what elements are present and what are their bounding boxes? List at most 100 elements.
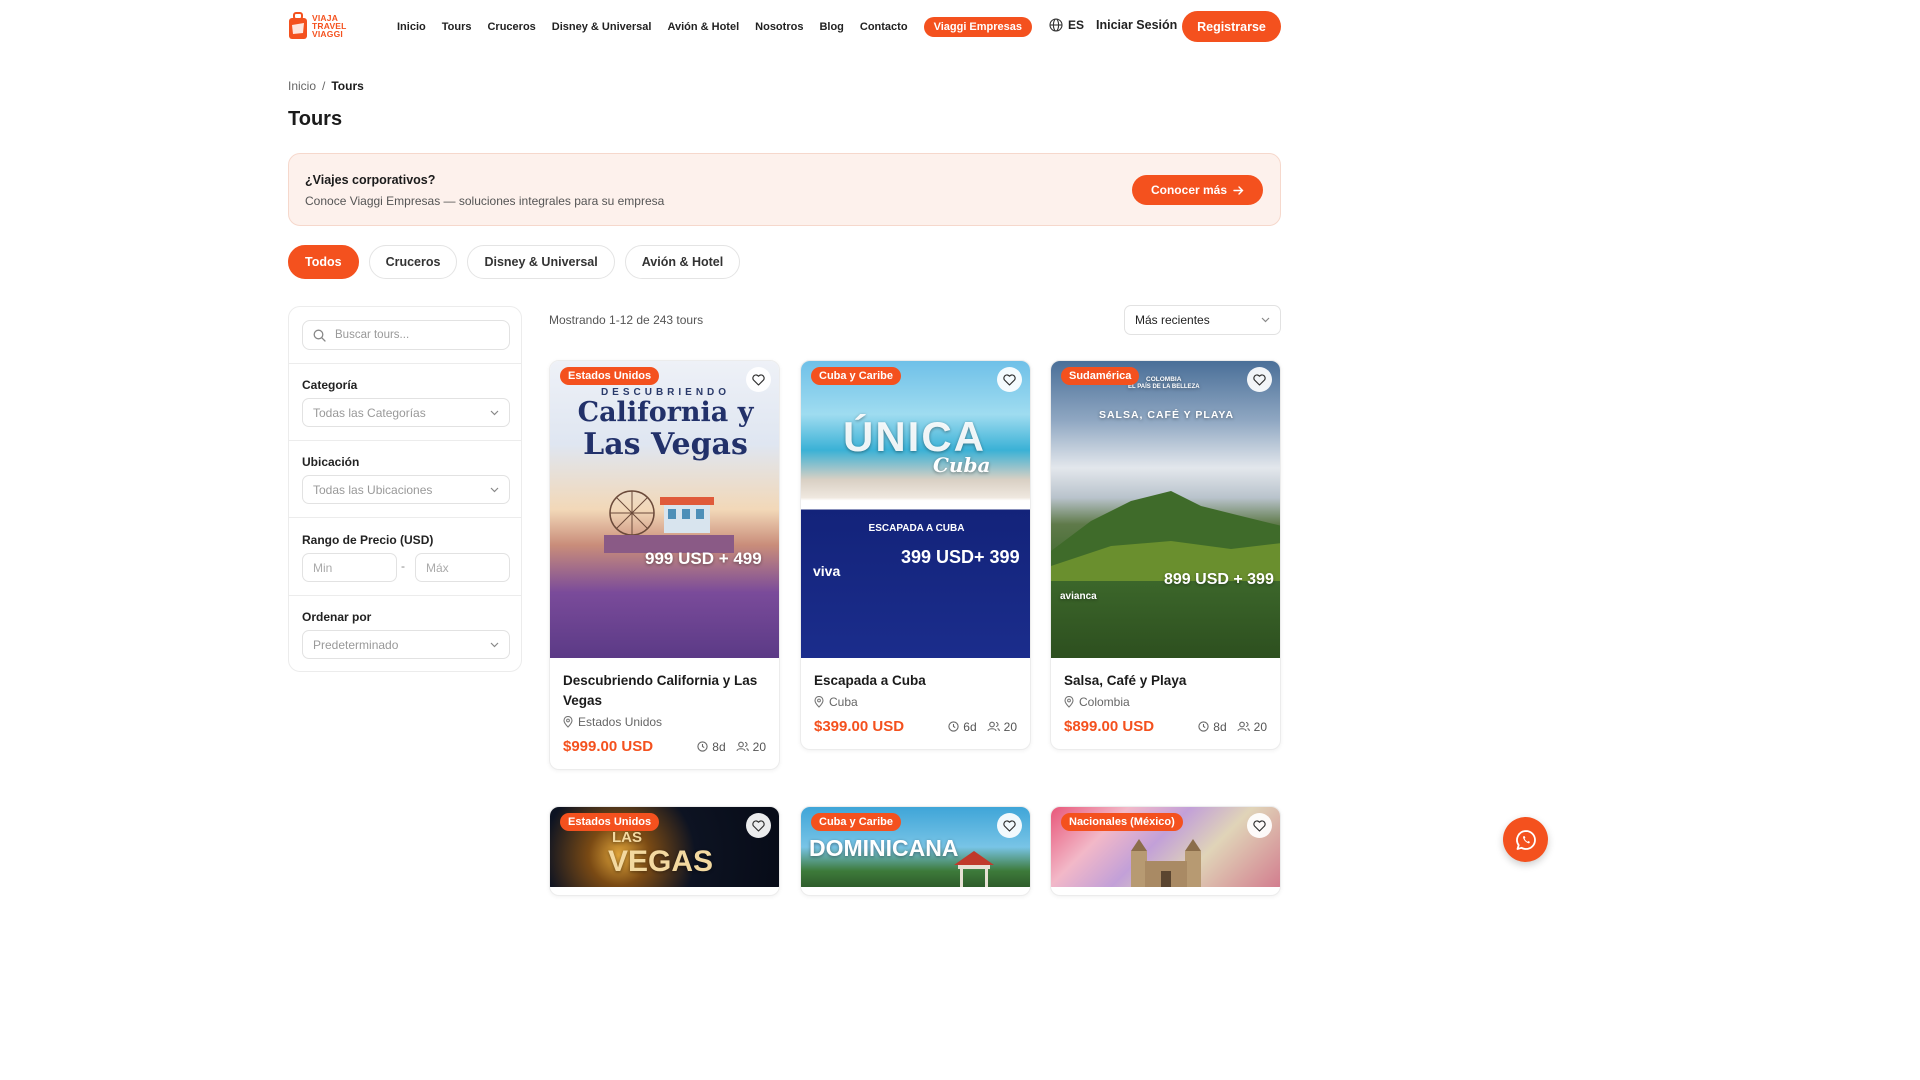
poster-headline: LAS — [612, 829, 642, 846]
category-select-value: Todas las Categorías — [313, 405, 426, 420]
corporate-banner-subtitle: Conoce Viaggi Empresas — soluciones inte… — [305, 194, 665, 208]
tour-location-label: Estados Unidos — [578, 715, 663, 729]
users-icon — [1237, 721, 1250, 732]
globe-icon — [1049, 18, 1063, 32]
heart-icon — [752, 819, 765, 832]
tour-category-badge: Cuba y Caribe — [811, 813, 901, 831]
language-selector[interactable]: ES — [1049, 18, 1084, 32]
nav-link-avion-hotel[interactable]: Avión & Hotel — [667, 21, 739, 33]
tour-card[interactable]: Sudamérica COLOMBIA EL PAÍS DE LA BELLEZ… — [1050, 360, 1281, 750]
nav-link-contacto[interactable]: Contacto — [860, 21, 908, 33]
poster-headline: DOMINICANA — [809, 835, 959, 861]
poster-headline-2: Cuba — [933, 453, 991, 477]
tour-image[interactable]: Estados Unidos DESCUBRIENDO California y… — [550, 361, 779, 658]
nav-link-nosotros[interactable]: Nosotros — [755, 21, 803, 33]
poster-band: ESCAPADA A CUBA — [868, 523, 965, 534]
heart-icon — [1003, 373, 1016, 386]
favorite-button[interactable] — [746, 367, 771, 392]
tour-title[interactable]: Salsa, Café y Playa — [1064, 671, 1267, 691]
tour-category-badge: Cuba y Caribe — [811, 367, 901, 385]
nav-viaggi-empresas-button[interactable]: Viaggi Empresas — [923, 17, 1033, 37]
tour-location-label: Cuba — [829, 695, 858, 709]
tour-card[interactable]: Cuba y Caribe DOMINICANA — [800, 806, 1031, 896]
signup-button[interactable]: Registrarse — [1182, 11, 1281, 42]
whatsapp-chat-button[interactable] — [1503, 817, 1548, 862]
tour-capacity: 20 — [987, 720, 1017, 734]
favorite-button[interactable] — [1247, 813, 1272, 838]
map-pin-icon — [563, 716, 573, 728]
divider — [289, 517, 521, 518]
users-icon — [987, 721, 1000, 732]
tour-duration-value: 6d — [963, 719, 977, 734]
poster-price: 899 USD + 399 — [1164, 571, 1274, 588]
tour-title[interactable]: Escapada a Cuba — [814, 671, 1017, 691]
poster-headline: SALSA, CAFÉ Y PLAYA — [1098, 409, 1235, 421]
divider — [289, 363, 521, 364]
favorite-button[interactable] — [997, 367, 1022, 392]
tour-duration: 8d — [1198, 720, 1227, 734]
heart-icon — [752, 373, 765, 386]
brand-logo[interactable]: VIAJA TRAVEL VIAGGI — [288, 9, 352, 43]
tour-card[interactable]: Estados Unidos LAS VEGAS — [549, 806, 780, 896]
tour-category-badge: Estados Unidos — [560, 813, 660, 831]
tab-todos[interactable]: Todos — [288, 245, 359, 279]
tour-card[interactable]: Estados Unidos DESCUBRIENDO California y… — [549, 360, 780, 770]
tour-image[interactable]: Sudamérica COLOMBIA EL PAÍS DE LA BELLEZ… — [1051, 361, 1280, 658]
conocer-mas-button[interactable]: Conocer más — [1132, 175, 1263, 205]
tour-duration-value: 8d — [712, 739, 726, 754]
tour-image[interactable]: Cuba y Caribe DOMINICANA — [801, 807, 1030, 887]
nav-link-inicio[interactable]: Inicio — [397, 21, 426, 33]
divider — [289, 440, 521, 441]
price-max-input[interactable]: Máx — [415, 553, 510, 582]
tour-title[interactable]: Descubriendo California y Las Vegas — [563, 671, 766, 711]
tour-card[interactable]: Nacionales (México) — [1050, 806, 1281, 896]
chevron-down-icon — [490, 642, 499, 647]
order-by-select[interactable]: Predeterminado — [302, 630, 510, 659]
tour-category-badge: Sudamérica — [1061, 367, 1140, 385]
poster-price: 399 USD+ 399 — [901, 547, 1020, 567]
mountain-illustration — [1051, 491, 1280, 581]
search-icon — [313, 329, 326, 342]
chevron-down-icon — [490, 487, 499, 492]
tab-disney-universal[interactable]: Disney & Universal — [467, 245, 615, 279]
clock-icon — [697, 741, 708, 752]
sort-select[interactable]: Más recientes — [1124, 305, 1281, 335]
tour-capacity: 20 — [736, 740, 766, 754]
tour-image[interactable]: Cuba y Caribe ÚNICA Cuba ESCAPADA A CUBA… — [801, 361, 1030, 658]
search-box[interactable] — [302, 320, 510, 350]
category-select[interactable]: Todas las Categorías — [302, 398, 510, 427]
arrow-right-icon — [1233, 185, 1244, 195]
tour-price: $999.00 USD — [563, 738, 654, 755]
favorite-button[interactable] — [1247, 367, 1272, 392]
location-select[interactable]: Todas las Ubicaciones — [302, 475, 510, 504]
tab-cruceros[interactable]: Cruceros — [368, 245, 458, 279]
price-range-separator: - — [401, 559, 405, 573]
tab-avion-hotel[interactable]: Avión & Hotel — [624, 245, 741, 279]
poster-kicker-2: EL PAÍS DE LA BELLEZA — [1128, 384, 1200, 390]
tour-image[interactable]: Nacionales (México) — [1051, 807, 1280, 887]
price-min-input[interactable]: Min — [302, 553, 397, 582]
nav-link-cruceros[interactable]: Cruceros — [487, 21, 535, 33]
poster-airline: avianca — [1060, 591, 1097, 602]
breadcrumb-separator: / — [322, 79, 326, 93]
tour-duration: 6d — [948, 719, 977, 734]
login-link[interactable]: Iniciar Sesión — [1096, 18, 1177, 32]
tour-image[interactable]: Estados Unidos LAS VEGAS — [550, 807, 779, 887]
price-min-placeholder: Min — [313, 560, 333, 575]
tour-duration: 8d — [697, 739, 726, 754]
breadcrumb-current: Tours — [331, 79, 364, 93]
nav-link-disney-universal[interactable]: Disney & Universal — [552, 21, 652, 33]
nav-link-blog[interactable]: Blog — [819, 21, 843, 33]
tour-card[interactable]: Cuba y Caribe ÚNICA Cuba ESCAPADA A CUBA… — [800, 360, 1031, 750]
nav-link-tours[interactable]: Tours — [442, 21, 472, 33]
tour-capacity: 20 — [1237, 720, 1267, 734]
search-input[interactable] — [335, 329, 495, 341]
category-tabs: Todos Cruceros Disney & Universal Avión … — [288, 245, 741, 279]
poster-headline: California y — [577, 397, 754, 428]
breadcrumb-home[interactable]: Inicio — [288, 79, 316, 93]
favorite-button[interactable] — [997, 813, 1022, 838]
top-nav: VIAJA TRAVEL VIAGGI Inicio Tours Crucero… — [0, 0, 1560, 52]
chevron-down-icon — [490, 410, 499, 415]
tour-capacity-value: 20 — [1253, 719, 1267, 734]
favorite-button[interactable] — [746, 813, 771, 838]
